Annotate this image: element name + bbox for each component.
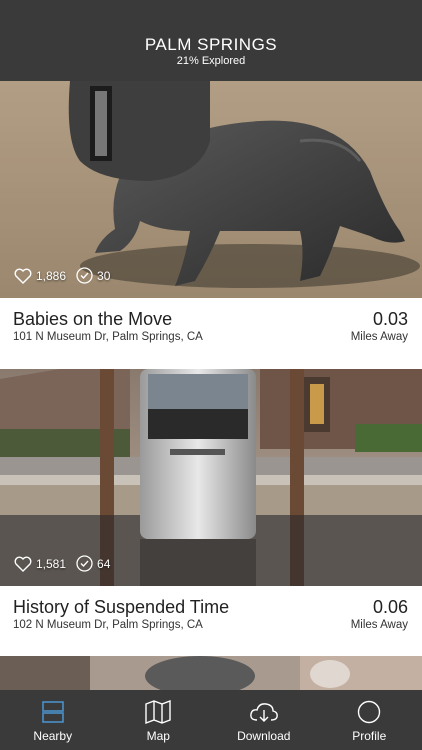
- tab-label: Profile: [352, 729, 387, 743]
- cloud-download-icon: [249, 703, 278, 722]
- map-icon: [145, 700, 171, 724]
- explored-percent: 21% Explored: [176, 55, 246, 67]
- tab-map[interactable]: Map: [106, 690, 212, 750]
- heart-icon: [14, 268, 32, 284]
- distance-unit: Miles Away: [350, 619, 408, 631]
- tab-label: Nearby: [33, 729, 73, 743]
- checkins-count: 64: [97, 556, 111, 571]
- sculpture-photo: [0, 369, 422, 586]
- card-photo-babies[interactable]: 1,886 30: [0, 81, 422, 298]
- checkins-stat[interactable]: 64: [76, 555, 110, 572]
- likes-count: 1,886: [36, 268, 67, 283]
- distance-unit: Miles Away: [350, 331, 408, 343]
- tab-label: Map: [146, 729, 170, 743]
- place-distance: 0.03: [372, 309, 408, 329]
- check-circle-icon: [76, 555, 93, 572]
- tab-download[interactable]: Download: [211, 690, 317, 750]
- place-distance: 0.06: [372, 597, 408, 617]
- likes-count: 1,581: [36, 556, 67, 571]
- card-photo-next[interactable]: [0, 656, 422, 690]
- place-address: 102 N Museum Dr, Palm Springs, CA: [13, 619, 203, 631]
- list-item[interactable]: Babies on the Move 101 N Museum Dr, Palm…: [0, 298, 422, 369]
- tab-bar: Nearby Map Download Profile: [0, 690, 422, 750]
- page-title: PALM SPRINGS: [144, 35, 278, 54]
- likes-stat[interactable]: 1,886: [14, 268, 66, 284]
- tab-nearby[interactable]: Nearby: [0, 690, 106, 750]
- tab-label: Download: [237, 729, 291, 743]
- likes-stat[interactable]: 1,581: [14, 556, 66, 572]
- sculpture-photo: [0, 81, 422, 298]
- place-address: 101 N Museum Dr, Palm Springs, CA: [13, 331, 203, 343]
- nav-header: PALM SPRINGS 21% Explored: [0, 0, 422, 81]
- checkins-stat[interactable]: 30: [76, 267, 110, 284]
- heart-icon: [14, 556, 32, 572]
- sculpture-photo: [0, 656, 422, 690]
- list-icon: [41, 701, 64, 723]
- place-name: History of Suspended Time: [13, 597, 230, 617]
- checkins-count: 30: [97, 268, 111, 283]
- profile-circle-icon: [358, 700, 381, 724]
- check-circle-icon: [76, 267, 93, 284]
- card-stats: 1,886 30: [14, 267, 120, 284]
- card-photo-suspended-time[interactable]: 1,581 64: [0, 369, 422, 586]
- place-name: Babies on the Move: [13, 309, 173, 329]
- tab-profile[interactable]: Profile: [317, 690, 422, 750]
- card-stats: 1,581 64: [14, 555, 120, 572]
- list-item[interactable]: History of Suspended Time 102 N Museum D…: [0, 586, 422, 657]
